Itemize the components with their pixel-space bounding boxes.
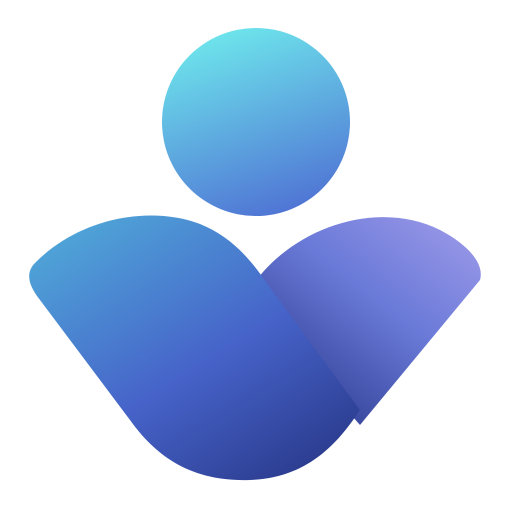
head-shape [162,28,350,216]
person-logo-icon [29,28,481,481]
app-icon-canvas [0,0,512,512]
